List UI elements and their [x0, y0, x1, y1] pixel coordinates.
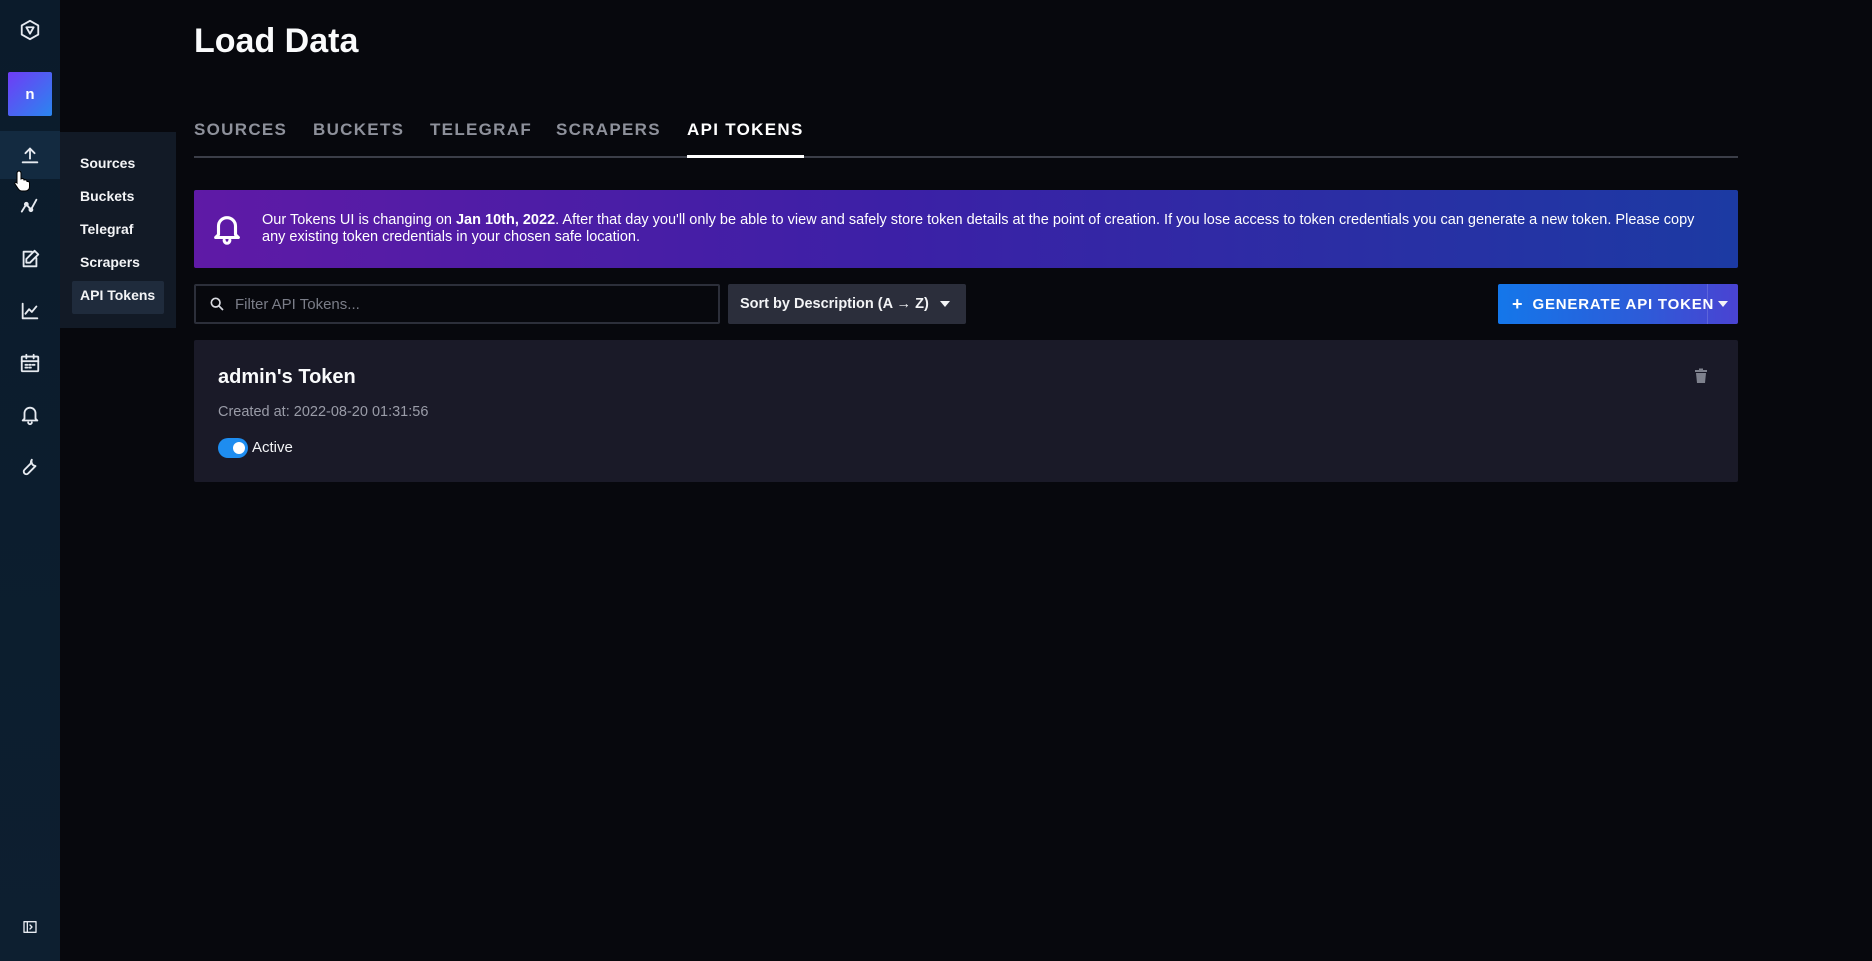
- flyout-item-scrapers[interactable]: Scrapers: [72, 248, 164, 281]
- notice-text: Our Tokens UI is changing on Jan 10th, 2…: [262, 212, 1708, 246]
- chevron-down-icon: [940, 301, 950, 307]
- bell-icon[interactable]: [0, 391, 60, 439]
- notice-date: Jan 10th, 2022: [455, 212, 556, 228]
- flyout-item-buckets[interactable]: Buckets: [72, 182, 164, 215]
- page-title: Load Data: [194, 22, 359, 60]
- wrench-icon[interactable]: [0, 443, 60, 491]
- bell-icon: [214, 216, 240, 245]
- calendar-icon[interactable]: [0, 339, 60, 387]
- generate-api-token-label: GENERATE API TOKEN: [1532, 295, 1715, 313]
- token-created-at: Created at: 2022-08-20 01:31:56: [218, 404, 429, 420]
- plus-icon: +: [1512, 293, 1523, 314]
- flyout-item-telegraf[interactable]: Telegraf: [72, 215, 164, 248]
- trash-icon[interactable]: [1694, 368, 1708, 384]
- collapse-icon[interactable]: [0, 903, 60, 951]
- load-data-flyout-menu: Sources Buckets Telegraf Scrapers API To…: [60, 132, 176, 328]
- org-avatar[interactable]: n: [8, 72, 52, 116]
- notice-text-pre: Our Tokens UI is changing on: [262, 212, 456, 228]
- flyout-item-sources[interactable]: Sources: [72, 149, 164, 182]
- notebook-icon[interactable]: [0, 235, 60, 283]
- generate-api-token-button[interactable]: + GENERATE API TOKEN: [1498, 284, 1738, 324]
- mouse-cursor-icon: [14, 170, 30, 192]
- search-icon: [210, 297, 224, 311]
- sort-label: Sort by Description (A → Z): [740, 296, 929, 312]
- tab-telegraf[interactable]: TELEGRAF: [430, 120, 532, 158]
- tab-buckets[interactable]: BUCKETS: [313, 120, 404, 158]
- token-name[interactable]: admin's Token: [218, 366, 356, 389]
- tab-sources[interactable]: SOURCES: [194, 120, 287, 158]
- tokens-ui-change-notice: Our Tokens UI is changing on Jan 10th, 2…: [194, 190, 1738, 268]
- tab-api-tokens[interactable]: API TOKENS: [687, 120, 804, 158]
- chart-icon[interactable]: [0, 287, 60, 335]
- tab-bar: SOURCES BUCKETS TELEGRAF SCRAPERS API TO…: [194, 112, 1738, 158]
- flyout-item-api-tokens[interactable]: API Tokens: [72, 281, 164, 314]
- influx-logo-icon[interactable]: [0, 6, 60, 54]
- sort-dropdown[interactable]: Sort by Description (A → Z): [728, 284, 966, 324]
- nav-rail: n: [0, 0, 60, 961]
- chevron-down-icon[interactable]: [1718, 301, 1728, 307]
- token-card: admin's Token Created at: 2022-08-20 01:…: [194, 340, 1738, 482]
- token-active-toggle[interactable]: [218, 438, 248, 458]
- filter-tokens-input[interactable]: [235, 295, 705, 313]
- tab-scrapers[interactable]: SCRAPERS: [556, 120, 661, 158]
- graph-icon[interactable]: [0, 183, 60, 231]
- button-divider: [1707, 284, 1708, 324]
- toggle-knob: [233, 442, 245, 454]
- upload-icon[interactable]: [0, 131, 60, 179]
- org-initial: n: [25, 85, 35, 103]
- filter-tokens-field[interactable]: [194, 284, 720, 324]
- token-status-label: Active: [252, 439, 293, 456]
